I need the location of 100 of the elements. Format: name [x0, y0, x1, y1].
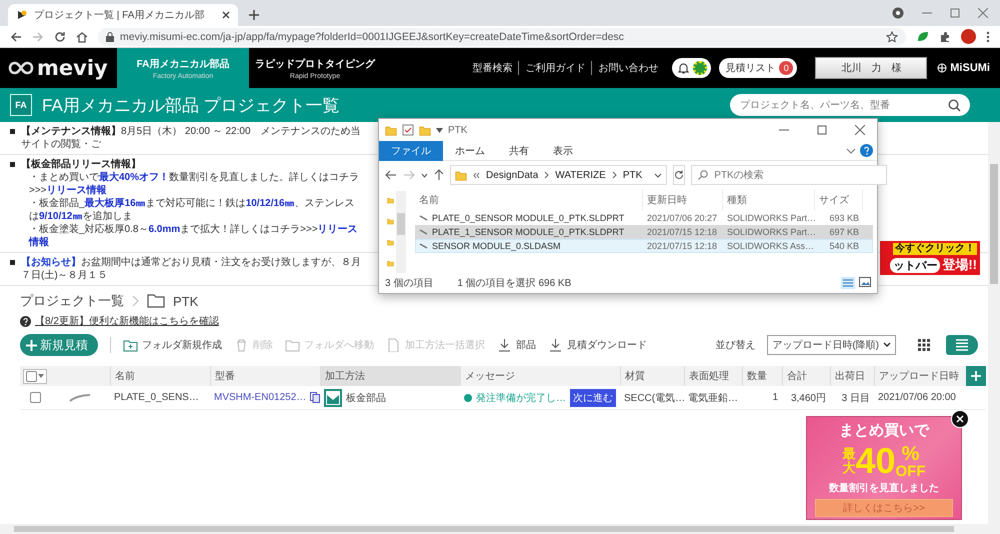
file-size: 540 KB: [828, 240, 860, 253]
column-header[interactable]: 加工方法: [320, 366, 460, 386]
star-icon[interactable]: [886, 30, 898, 42]
toolbar-action[interactable]: フォルダ新規作成: [123, 338, 222, 352]
chevron-icon[interactable]: [846, 148, 856, 154]
file-row[interactable]: PLATE_1_SENSOR MODULE_0_PTK.SLDPRT 2021/07/15 12:18 SOLIDWORKS Part… 697 KB: [415, 225, 873, 239]
scrollbar[interactable]: [0, 524, 988, 534]
caret-icon[interactable]: [654, 172, 662, 178]
help-link[interactable]: 【8/2更新】便利な新機能はこちらを確認: [35, 314, 219, 328]
path-segment[interactable]: DesignData: [486, 170, 538, 180]
banner-tag: 今すぐクリック！: [893, 243, 977, 255]
sort-dropdown[interactable]: アップロード日時(降順): [767, 335, 896, 355]
bullet-icon: [10, 260, 15, 265]
search-field[interactable]: PTKの検索: [691, 165, 888, 185]
file-name: PLATE_0_SENSOR MODULE_0_PTK.SLDPRT: [432, 212, 624, 225]
column-header[interactable]: 数量: [742, 366, 782, 386]
address-field[interactable]: meviy.misumi-ec.com/ja-jp/app/fa/mypage?folderId=0001IJGEEJ&sortKey=createDateTime&sortOrder=desc: [98, 28, 906, 46]
browser-tab[interactable]: プロジェクト一覧 | FA用メカニカル部: [8, 4, 238, 26]
column-header[interactable]: 合計: [782, 366, 830, 386]
column-header[interactable]: メッセージ: [460, 366, 620, 386]
maximize-icon[interactable]: [817, 125, 827, 135]
address-field[interactable]: DesignData WATERIZE PTK: [450, 165, 668, 185]
scrollbar[interactable]: [988, 122, 1000, 534]
menu-icon[interactable]: [986, 30, 990, 42]
record-icon[interactable]: [892, 7, 904, 19]
caret-icon[interactable]: [38, 374, 44, 378]
path-segment[interactable]: WATERIZE: [555, 170, 606, 180]
caret-icon[interactable]: [436, 128, 443, 132]
part-number-link[interactable]: MVSHM-EN01252…: [214, 392, 306, 403]
next-button[interactable]: 次に進む: [570, 388, 616, 406]
close-button[interactable]: [951, 410, 969, 428]
ad-unit: %: [902, 444, 920, 464]
column-header[interactable]: 材質: [620, 366, 684, 386]
column-header[interactable]: 種類: [723, 189, 815, 211]
bell-icon: [678, 62, 690, 74]
refresh-icon: [674, 170, 684, 180]
column-header[interactable]: 出荷日: [830, 366, 874, 386]
new-quote-button[interactable]: 新規見積: [20, 334, 98, 356]
ad-banner[interactable]: 今すぐクリック！ ットバー 登場!!: [880, 241, 980, 275]
file-size: 693 KB: [828, 212, 860, 225]
column-header[interactable]: 名前: [415, 189, 643, 211]
search-field[interactable]: プロジェクト名、パーツ名、型番: [730, 94, 970, 116]
header-link[interactable]: ご利用ガイド: [518, 61, 592, 75]
back-icon[interactable]: [385, 170, 397, 180]
properties-icon[interactable]: [402, 124, 414, 136]
toolbar-action[interactable]: 部品: [497, 338, 536, 352]
header-link[interactable]: お問い合わせ: [591, 61, 664, 75]
up-icon[interactable]: [434, 169, 444, 181]
column-header[interactable]: 表面処理: [684, 366, 742, 386]
new-tab-icon[interactable]: [248, 8, 260, 20]
header-link[interactable]: 型番検索: [466, 61, 518, 75]
favicon-icon: [16, 9, 28, 21]
home-icon[interactable]: [76, 30, 88, 42]
search-icon[interactable]: [948, 99, 961, 112]
checkbox[interactable]: [26, 370, 37, 382]
ad-off: OFF: [896, 464, 926, 478]
refresh-button[interactable]: [673, 165, 686, 185]
back-icon[interactable]: [10, 30, 22, 42]
toolbar-action[interactable]: 見積ダウンロード: [548, 338, 647, 352]
ribbon-tab[interactable]: ファイル: [379, 140, 443, 160]
user-button[interactable]: 北川 力 様: [815, 57, 928, 79]
close-icon[interactable]: [855, 125, 865, 135]
avatar-icon[interactable]: [961, 29, 976, 44]
quote-list-button[interactable]: 見積リスト 0: [719, 58, 798, 78]
details-view-icon[interactable]: [841, 277, 855, 289]
document-icon: [386, 338, 401, 352]
file-row[interactable]: PLATE_0_SENSOR MODULE_0_PTK.SLDPRT 2021/07/06 20:27 SOLIDWORKS Part… 693 KB: [415, 211, 873, 225]
maximize-icon[interactable]: [950, 8, 960, 18]
window-title: PTK: [448, 124, 468, 136]
logo-text[interactable]: meviy: [37, 56, 108, 80]
breadcrumb-item[interactable]: プロジェクト一覧: [20, 292, 124, 310]
path-segment[interactable]: PTK: [622, 170, 642, 180]
column-header[interactable]: 名前: [110, 366, 210, 386]
checkbox[interactable]: [30, 392, 40, 403]
notice-heading: 【板金部品リリース情報】: [21, 158, 142, 171]
bullet-icon: [10, 129, 15, 134]
reload-icon[interactable]: [54, 30, 66, 42]
ribbon-tab[interactable]: 共有: [497, 140, 541, 160]
ribbon-tab[interactable]: ホーム: [443, 140, 497, 160]
help-icon[interactable]: [860, 144, 873, 157]
close-icon[interactable]: [222, 11, 230, 19]
caret-icon[interactable]: [421, 172, 428, 178]
download-icon: [548, 338, 563, 352]
column-header[interactable]: サイズ: [815, 189, 863, 211]
file-row[interactable]: SENSOR MODULE_0.SLDASM 2021/07/15 12:18 SOLIDWORKS Ass… 540 KB: [415, 239, 873, 253]
scrollbar[interactable]: [396, 191, 406, 273]
folder-icon: [285, 338, 300, 352]
column-header[interactable]: 更新日時: [643, 189, 723, 211]
thumbnail-view-icon[interactable]: [859, 277, 871, 287]
copy-icon[interactable]: [310, 392, 320, 403]
status-icon: [693, 61, 708, 75]
file-date: 2021/07/15 12:18: [646, 226, 718, 239]
add-column-button[interactable]: [966, 366, 986, 386]
infinity-icon: [8, 61, 34, 75]
puzzle-icon[interactable]: [939, 30, 951, 42]
help-icon: [20, 316, 31, 326]
notification-button[interactable]: [672, 58, 712, 78]
leaf-icon[interactable]: [916, 30, 929, 43]
list-view-button[interactable]: [946, 335, 978, 355]
ribbon-tab[interactable]: 表示: [541, 140, 585, 160]
